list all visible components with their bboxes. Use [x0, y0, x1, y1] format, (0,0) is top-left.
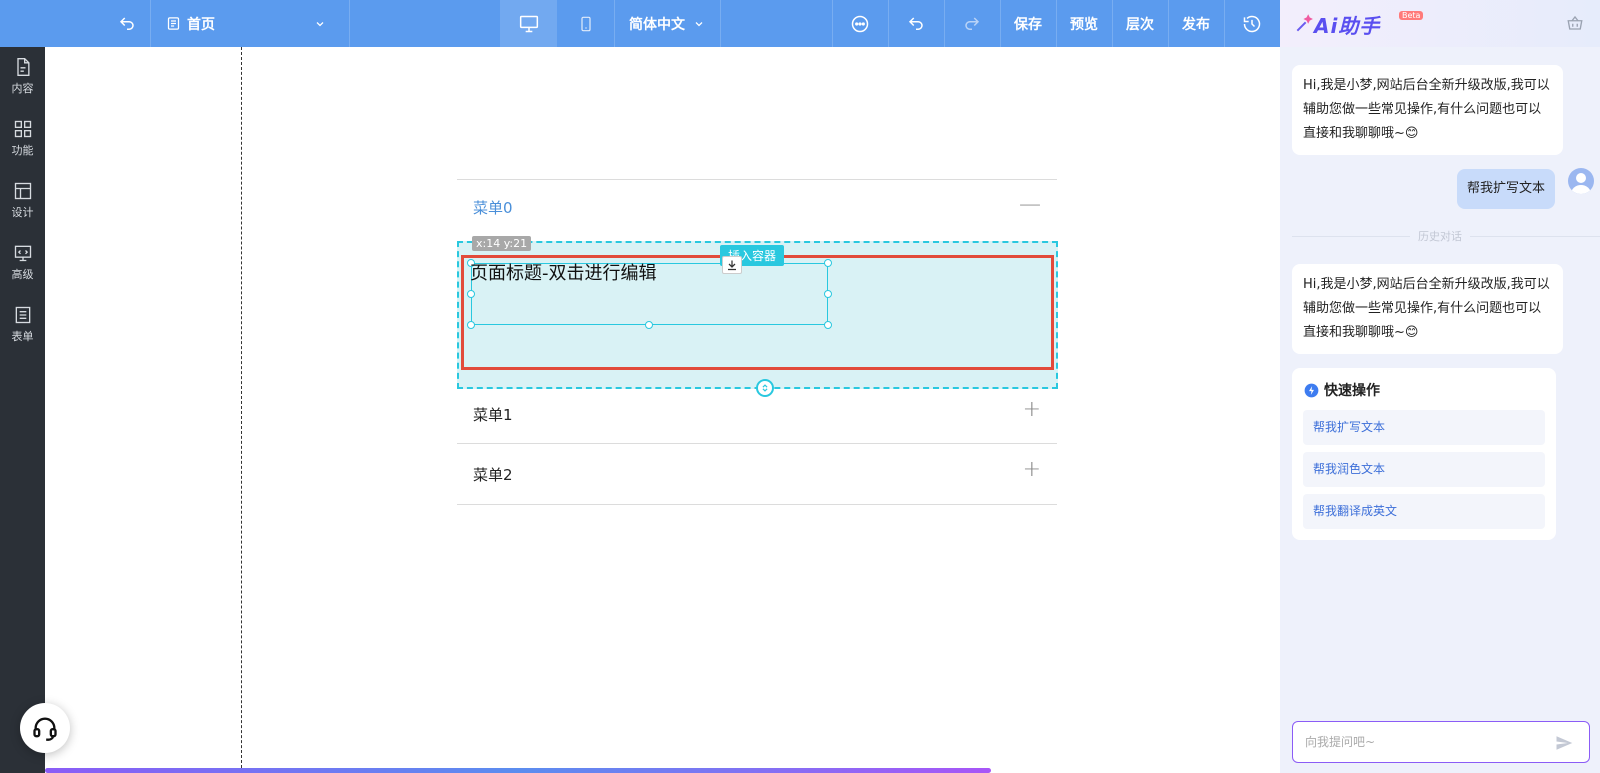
- ai-title: Ai助手: [1314, 14, 1381, 38]
- lightning-icon: [1304, 383, 1319, 397]
- sidebar-item-label: 表单: [11, 330, 34, 343]
- resize-handle[interactable]: [645, 321, 653, 329]
- undo-button[interactable]: [888, 0, 944, 47]
- download-icon[interactable]: [722, 256, 742, 274]
- language-select[interactable]: 简体中文: [614, 0, 720, 47]
- chevron-down-icon: [316, 21, 324, 26]
- document-icon: [16, 58, 29, 76]
- back-button[interactable]: [107, 0, 147, 47]
- page-selector[interactable]: 首页: [166, 0, 346, 47]
- history-button[interactable]: [1224, 0, 1280, 47]
- history-label: 历史对话: [1410, 228, 1470, 244]
- headset-icon: [33, 717, 57, 741]
- quick-actions-title: 快速操作: [1304, 380, 1380, 400]
- resize-handle[interactable]: [467, 290, 475, 298]
- quick-action-translate[interactable]: 帮我翻译成英文: [1303, 494, 1545, 529]
- loading-progress-bar: [45, 768, 991, 773]
- quick-actions-card: 快速操作 帮我扩写文本 帮我润色文本 帮我翻译成英文: [1292, 368, 1556, 540]
- ai-panel-header: Ai助手 Beta: [1280, 0, 1600, 47]
- redo-button[interactable]: [944, 0, 1000, 47]
- undo-arrow-icon: [119, 16, 134, 30]
- layout-icon: [14, 182, 31, 200]
- sidebar-item-features[interactable]: 功能: [0, 109, 45, 171]
- publish-button[interactable]: 发布: [1168, 0, 1224, 47]
- sidebar-item-label: 功能: [11, 144, 34, 157]
- sidebar-item-label: 高级: [11, 268, 34, 281]
- mobile-icon: [580, 16, 591, 31]
- magic-wand-icon: [1296, 14, 1313, 32]
- user-message: 帮我扩写文本: [1457, 169, 1556, 209]
- page-title-text[interactable]: 页面标题-双击进行编辑: [470, 259, 657, 285]
- quick-action-expand[interactable]: 帮我扩写文本: [1303, 410, 1545, 445]
- beta-badge: Beta: [1399, 11, 1424, 20]
- language-label: 简体中文: [629, 16, 685, 33]
- accordion-label: 菜单2: [473, 466, 513, 484]
- editor-canvas[interactable]: 菜单0 — 页面标题-双击进行编辑 x:14 y:21 插入容器 菜单1 + 菜…: [45, 47, 1280, 773]
- sidebar-item-label: 设计: [11, 206, 34, 219]
- code-icon: [14, 245, 31, 262]
- ai-input-box[interactable]: [1292, 721, 1590, 763]
- ai-message: Hi,我是小梦,网站后台全新升级改版,我可以辅助您做一些常见操作,有什么问题也可…: [1292, 264, 1563, 354]
- expand-icon[interactable]: +: [1023, 397, 1041, 422]
- basket-icon[interactable]: [1566, 14, 1584, 32]
- user-avatar: [1568, 168, 1594, 194]
- ai-question-input[interactable]: [1305, 732, 1545, 752]
- page-name: 首页: [187, 16, 215, 33]
- history-icon: [1243, 15, 1261, 32]
- save-button[interactable]: 保存: [1000, 0, 1056, 47]
- resize-handle[interactable]: [824, 321, 832, 329]
- page-margin-guide: [241, 47, 242, 773]
- form-icon: [15, 306, 30, 324]
- ai-message: Hi,我是小梦,网站后台全新升级改版,我可以辅助您做一些常见操作,有什么问题也可…: [1292, 65, 1563, 155]
- accordion-label: 菜单1: [473, 406, 513, 424]
- resize-handle[interactable]: [467, 321, 475, 329]
- accordion-item-menu1[interactable]: 菜单1 +: [457, 384, 1057, 444]
- grid-icon: [14, 120, 31, 138]
- desktop-view-button[interactable]: [500, 0, 557, 47]
- customer-support-button[interactable]: [20, 703, 70, 753]
- mobile-view-button[interactable]: [557, 0, 614, 47]
- top-toolbar: 首页 简体中文 保存 预览 层次 发布: [0, 0, 1280, 47]
- sidebar-item-forms[interactable]: 表单: [0, 295, 45, 357]
- redo-icon: [965, 16, 980, 30]
- undo-icon: [908, 16, 923, 30]
- resize-handle[interactable]: [824, 259, 832, 267]
- coordinate-tag: x:14 y:21: [472, 236, 532, 251]
- sidebar-item-advanced[interactable]: 高级: [0, 233, 45, 295]
- desktop-icon: [519, 15, 538, 32]
- sidebar-item-content[interactable]: 内容: [0, 47, 45, 109]
- accordion-item-menu0[interactable]: 菜单0 —: [457, 180, 1057, 236]
- page-icon: [167, 17, 180, 30]
- layers-button[interactable]: 层次: [1112, 0, 1168, 47]
- chevron-down-icon: [695, 21, 703, 26]
- more-dots-icon: [851, 15, 869, 32]
- sidebar-item-label: 内容: [11, 82, 34, 95]
- quick-action-polish[interactable]: 帮我润色文本: [1303, 452, 1545, 487]
- collapse-icon[interactable]: —: [1019, 192, 1041, 217]
- quick-actions-label: 快速操作: [1324, 383, 1380, 399]
- send-icon[interactable]: [1555, 734, 1573, 752]
- left-sidebar: 内容 功能 设计 高级 表单: [0, 47, 45, 773]
- preview-button[interactable]: 预览: [1056, 0, 1112, 47]
- expand-icon[interactable]: +: [1023, 457, 1041, 482]
- more-button[interactable]: [832, 0, 888, 47]
- accordion-label: 菜单0: [473, 199, 513, 217]
- resize-handle[interactable]: [824, 290, 832, 298]
- sidebar-item-design[interactable]: 设计: [0, 171, 45, 233]
- accordion-item-menu2[interactable]: 菜单2 +: [457, 444, 1057, 505]
